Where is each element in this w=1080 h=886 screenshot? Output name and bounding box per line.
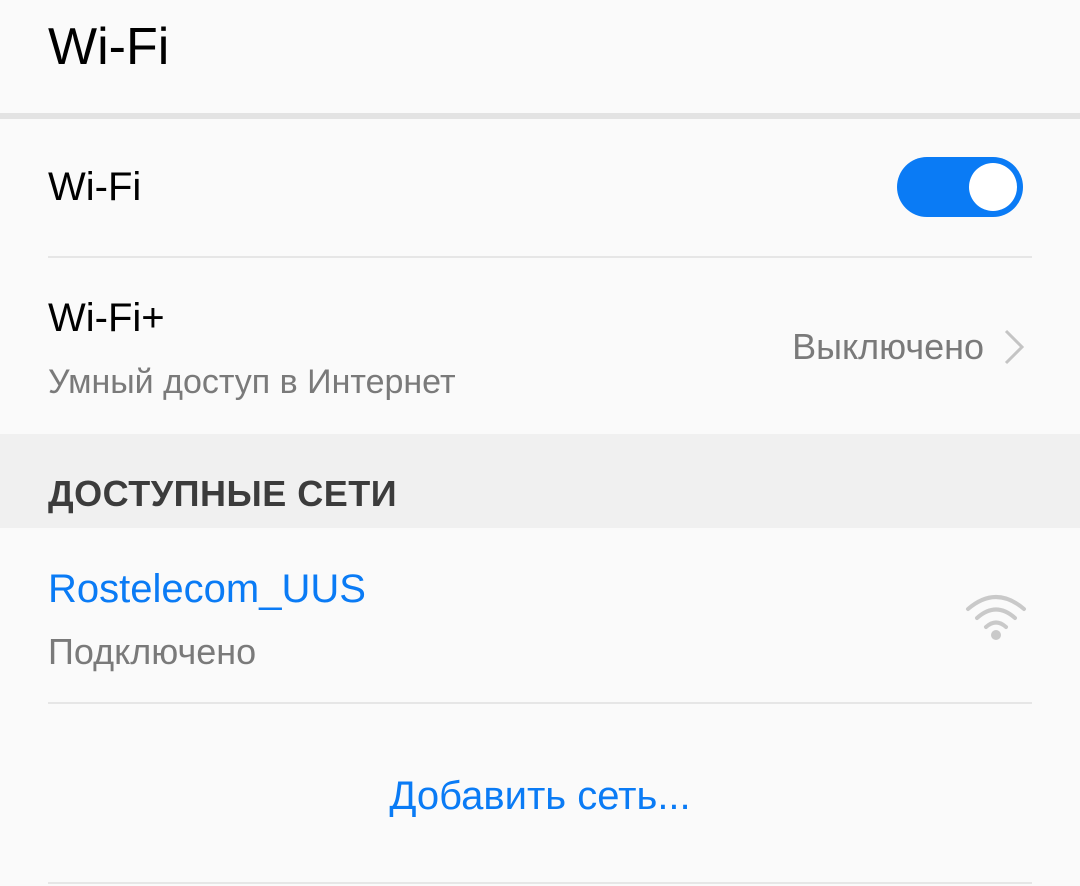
row-divider (48, 702, 1032, 704)
network-row[interactable] (0, 528, 1080, 702)
wifi-plus-row[interactable]: Wi-Fi+ Умный доступ в Интернет Выключено (0, 258, 1080, 434)
bottom-divider (48, 882, 1032, 884)
network-status: Подключено (48, 631, 257, 672)
chevron-right-icon (1004, 329, 1025, 365)
app-header: Wi-Fi (0, 0, 1080, 113)
wifi-toggle-switch[interactable] (897, 157, 1023, 217)
wifi-toggle-label: Wi-Fi (48, 165, 142, 209)
wifi-plus-value: Выключено (792, 326, 984, 367)
wifi-signal-icon (966, 595, 1026, 640)
section-title: ДОСТУПНЫЕ СЕТИ (48, 473, 398, 514)
wifi-plus-subtitle: Умный доступ в Интернет (48, 363, 456, 401)
wifi-settings-screen: Wi-Fi Wi-Fi Wi-Fi+ Умный доступ в Интерн… (0, 0, 1080, 886)
network-name: Rostelecom_UUS (48, 567, 366, 611)
page-title: Wi-Fi (48, 18, 170, 76)
add-network-button[interactable]: Добавить сеть... (0, 770, 1080, 822)
toggle-knob (969, 163, 1017, 211)
wifi-plus-title: Wi-Fi+ (48, 296, 165, 340)
